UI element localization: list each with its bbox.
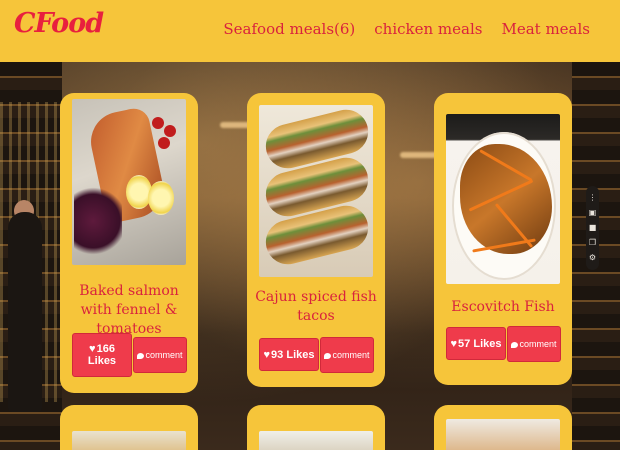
meal-card: Cajun spiced fish tacos ♥93 Likes commen… xyxy=(247,93,385,387)
comment-button[interactable]: comment xyxy=(507,326,561,362)
like-button[interactable]: ♥57 Likes xyxy=(446,327,506,360)
nav-seafood-meals[interactable]: Seafood meals(6) xyxy=(223,20,355,38)
nav-meat-meals[interactable]: Meat meals xyxy=(501,20,590,38)
comment-button[interactable]: comment xyxy=(133,337,187,373)
likes-count: 57 xyxy=(458,337,471,350)
main-nav: Seafood meals(6) chicken meals Meat meal… xyxy=(223,20,590,38)
comment-bubble-icon xyxy=(137,352,145,359)
meal-card: Escovitch Fish ♥57 Likes comment xyxy=(434,93,572,385)
heart-icon: ♥ xyxy=(450,337,458,350)
comment-bubble-icon xyxy=(511,341,519,348)
meal-title[interactable]: Baked salmon with fennel & tomatoes xyxy=(64,282,194,339)
meal-card xyxy=(247,405,385,450)
meal-card xyxy=(434,405,572,450)
meal-image-baked-salmon[interactable] xyxy=(72,99,186,265)
like-button[interactable]: ♥93 Likes xyxy=(259,338,319,371)
meal-card xyxy=(60,405,198,450)
meal-card: Baked salmon with fennel & tomatoes ♥166… xyxy=(60,93,198,393)
waiter-figure xyxy=(8,212,42,412)
comment-button[interactable]: comment xyxy=(320,337,374,373)
drag-handle-icon[interactable]: ⋮ xyxy=(589,193,597,202)
meal-image[interactable] xyxy=(446,419,560,450)
copy-icon[interactable]: ❐ xyxy=(589,239,596,247)
meal-title[interactable]: Escovitch Fish xyxy=(438,298,568,317)
meal-image[interactable] xyxy=(259,431,373,450)
likes-word: Likes xyxy=(286,348,315,361)
video-icon[interactable]: ■ xyxy=(589,223,597,232)
logo[interactable]: CFood xyxy=(14,8,104,39)
likes-word: Likes xyxy=(87,355,117,367)
meal-title[interactable]: Cajun spiced fish tacos xyxy=(251,288,381,326)
meal-image-cajun-fish-tacos[interactable] xyxy=(259,105,373,277)
likes-word: Likes xyxy=(473,337,502,350)
likes-count: 93 xyxy=(271,348,284,361)
comment-label: comment xyxy=(519,339,557,349)
comment-bubble-icon xyxy=(324,352,332,359)
camera-icon[interactable]: ▣ xyxy=(589,208,597,217)
heart-icon: ♥ xyxy=(263,348,271,361)
comment-label: comment xyxy=(332,350,370,360)
heart-icon: ♥ xyxy=(89,343,96,355)
like-button[interactable]: ♥166 Likes xyxy=(72,333,132,377)
comment-label: comment xyxy=(145,350,183,360)
meal-image-escovitch-fish[interactable] xyxy=(446,114,560,284)
nav-chicken-meals[interactable]: chicken meals xyxy=(374,20,482,38)
likes-count: 166 xyxy=(96,343,115,355)
meal-image[interactable] xyxy=(72,431,186,450)
floating-toolbar: ⋮ ▣ ■ ❐ ⚙ xyxy=(586,186,599,270)
gear-icon[interactable]: ⚙ xyxy=(589,254,596,262)
site-header: CFood Seafood meals(6) chicken meals Mea… xyxy=(0,0,620,62)
